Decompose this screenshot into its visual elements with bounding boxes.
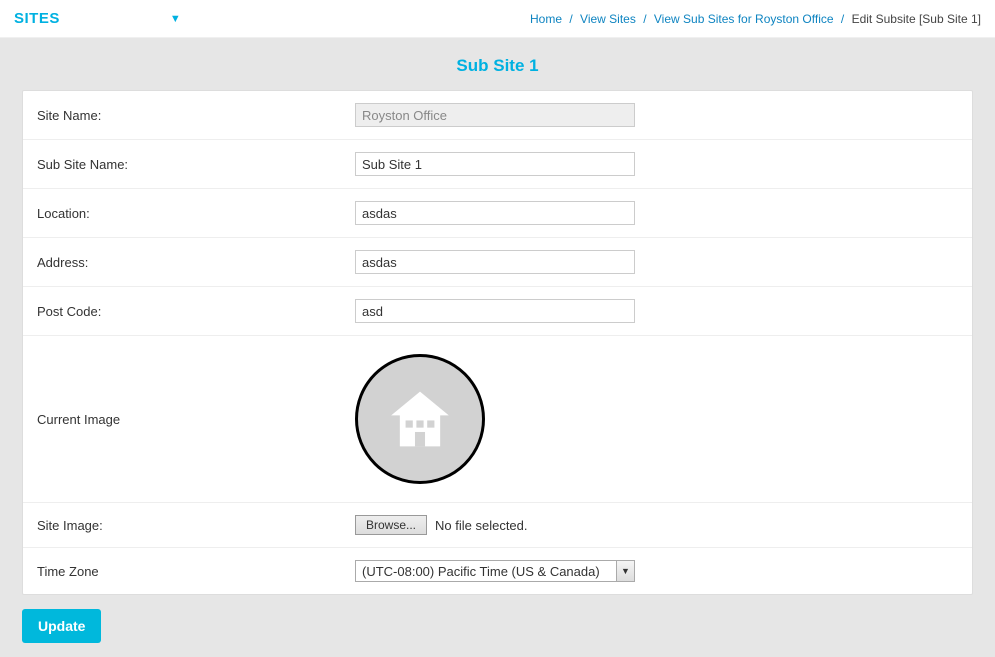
row-sub-site-name: Sub Site Name: — [23, 140, 972, 189]
site-name-input — [355, 103, 635, 127]
file-selection-text: No file selected. — [435, 518, 528, 533]
breadcrumb-separator: / — [569, 12, 572, 26]
breadcrumb-view-sites[interactable]: View Sites — [580, 12, 636, 26]
topbar: SITES ▼ Home / View Sites / View Sub Sit… — [0, 0, 995, 38]
sites-label: SITES — [14, 10, 60, 27]
label-site-name: Site Name: — [37, 108, 355, 123]
breadcrumb-separator: / — [841, 12, 844, 26]
sub-site-name-input[interactable] — [355, 152, 635, 176]
breadcrumb-separator: / — [643, 12, 646, 26]
page-title: Sub Site 1 — [0, 38, 995, 90]
time-zone-selected-text: (UTC-08:00) Pacific Time (US & Canada) — [356, 564, 616, 579]
breadcrumb-current: Edit Subsite [Sub Site 1] — [852, 12, 981, 26]
update-button[interactable]: Update — [22, 609, 101, 643]
label-sub-site-name: Sub Site Name: — [37, 157, 355, 172]
row-location: Location: — [23, 189, 972, 238]
chevron-down-icon: ▼ — [170, 13, 181, 25]
location-input[interactable] — [355, 201, 635, 225]
label-current-image: Current Image — [37, 412, 355, 427]
label-time-zone: Time Zone — [37, 564, 355, 579]
time-zone-select[interactable]: (UTC-08:00) Pacific Time (US & Canada) ▼ — [355, 560, 635, 582]
row-address: Address: — [23, 238, 972, 287]
current-image-preview — [355, 354, 485, 484]
breadcrumb-view-sub-sites[interactable]: View Sub Sites for Royston Office — [654, 12, 834, 26]
breadcrumb: Home / View Sites / View Sub Sites for R… — [530, 12, 981, 26]
breadcrumb-home[interactable]: Home — [530, 12, 562, 26]
row-site-image: Site Image: Browse... No file selected. — [23, 503, 972, 548]
row-site-name: Site Name: — [23, 91, 972, 140]
address-input[interactable] — [355, 250, 635, 274]
row-post-code: Post Code: — [23, 287, 972, 336]
post-code-input[interactable] — [355, 299, 635, 323]
row-time-zone: Time Zone (UTC-08:00) Pacific Time (US &… — [23, 548, 972, 594]
form-panel: Site Name: Sub Site Name: Location: Addr… — [22, 90, 973, 595]
house-icon — [384, 383, 456, 455]
sites-dropdown[interactable]: SITES ▼ — [14, 10, 181, 27]
label-location: Location: — [37, 206, 355, 221]
chevron-down-icon: ▼ — [616, 561, 634, 581]
label-post-code: Post Code: — [37, 304, 355, 319]
label-address: Address: — [37, 255, 355, 270]
label-site-image: Site Image: — [37, 518, 355, 533]
row-current-image: Current Image — [23, 336, 972, 503]
browse-button[interactable]: Browse... — [355, 515, 427, 535]
